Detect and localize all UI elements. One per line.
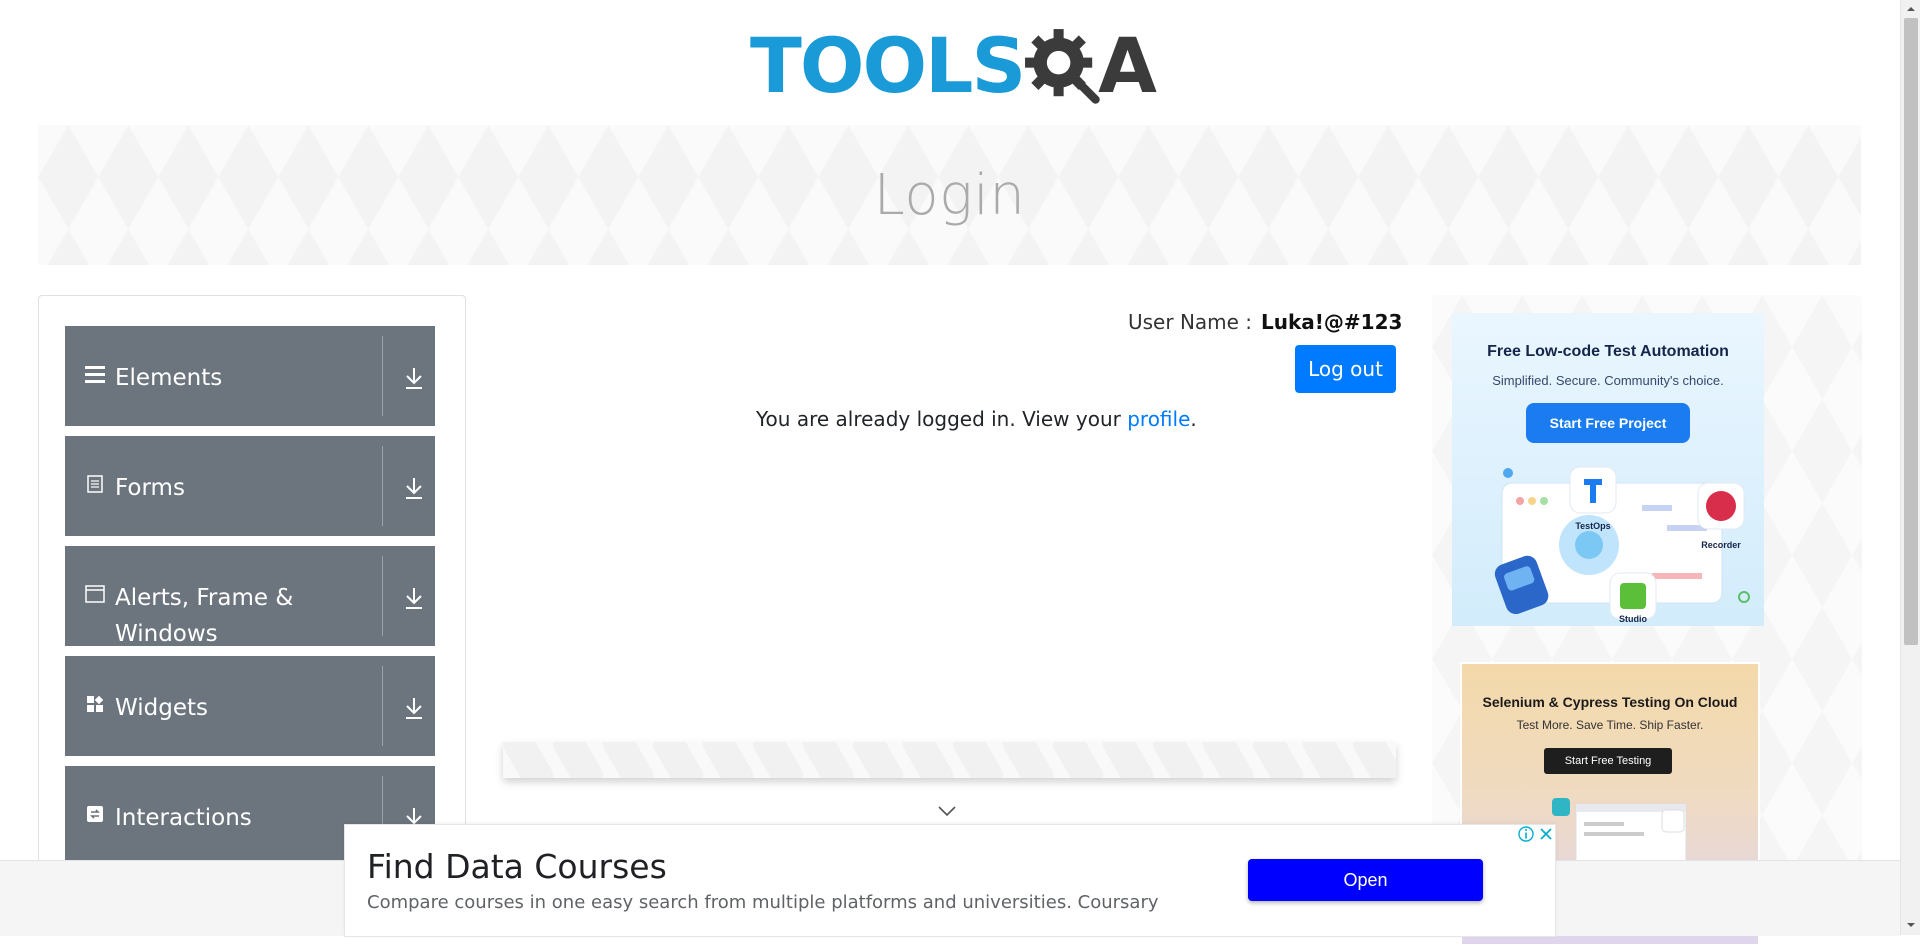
start-free-testing-button[interactable]: Start Free Testing <box>1544 748 1672 774</box>
profile-link[interactable]: profile <box>1127 407 1190 431</box>
ad-description: Compare courses in one easy search from … <box>367 892 1159 913</box>
ad-title: Selenium & Cypress Testing On Cloud <box>1482 694 1738 710</box>
vertical-scrollbar[interactable] <box>1900 0 1920 935</box>
page-banner: Login <box>38 125 1861 265</box>
interactions-icon <box>85 804 105 824</box>
sidebar-group-label: Elements <box>115 365 223 391</box>
widgets-icon <box>85 694 105 714</box>
start-free-project-button[interactable]: Start Free Project <box>1526 403 1690 443</box>
chevron-down-icon[interactable] <box>938 806 956 816</box>
content-footer-strip <box>503 742 1396 778</box>
divider <box>382 556 383 636</box>
download-arrow-icon[interactable] <box>403 476 425 500</box>
sidebar-group-widgets[interactable]: Widgets <box>65 656 435 756</box>
testops-label: TestOps <box>1575 521 1610 531</box>
download-arrow-icon[interactable] <box>403 366 425 390</box>
scroll-up-arrow-icon[interactable] <box>1906 4 1916 14</box>
download-arrow-icon[interactable] <box>403 586 425 610</box>
status-suffix: . <box>1190 407 1197 431</box>
divider <box>382 446 383 526</box>
download-arrow-icon[interactable] <box>403 696 425 720</box>
divider <box>382 336 383 416</box>
studio-label: Studio <box>1619 614 1647 624</box>
document-icon <box>85 474 105 494</box>
ad-title: Find Data Courses <box>367 847 667 886</box>
sidebar-group-label: Alerts, Frame & Windows <box>115 585 294 647</box>
sidebar-group-elements[interactable]: Elements <box>65 326 435 426</box>
ad-low-code-automation[interactable]: Free Low-code Test Automation Simplified… <box>1452 313 1764 626</box>
username-label: User Name : <box>1128 310 1253 334</box>
toolsqa-logo[interactable]: TOOLS A <box>750 18 1157 114</box>
recorder-label: Recorder <box>1701 540 1741 550</box>
open-button[interactable]: Open <box>1248 859 1483 901</box>
window-icon <box>85 584 105 604</box>
sidebar-group-label: Interactions <box>115 805 252 831</box>
logo-text-a: A <box>1098 21 1157 110</box>
divider <box>382 666 383 746</box>
ad-subtitle: Simplified. Secure. Community's choice. <box>1492 373 1724 388</box>
ad-subtitle: Test More. Save Time. Ship Faster. <box>1516 718 1704 732</box>
scroll-down-arrow-icon[interactable] <box>1906 920 1916 930</box>
bottom-ad-find-data-courses[interactable]: Find Data Courses Compare courses in one… <box>344 824 1556 937</box>
scrollbar-thumb[interactable] <box>1904 18 1918 645</box>
ad-illustration: TestOps Recorder Studio <box>1494 466 1750 624</box>
ad-title: Free Low-code Test Automation <box>1487 343 1729 360</box>
close-icon[interactable] <box>1537 825 1555 843</box>
ad-info-icon[interactable] <box>1517 825 1535 843</box>
page-title: Login <box>873 162 1026 228</box>
hamburger-icon <box>85 364 105 384</box>
status-text: You are already logged in. View your <box>756 407 1128 431</box>
login-status-message: You are already logged in. View your pro… <box>756 407 1197 431</box>
username-value: Luka!@#123 <box>1261 310 1403 334</box>
sidebar-group-alerts[interactable]: Alerts, Frame & Windows <box>65 546 435 647</box>
gear-magnifier-icon <box>1025 29 1100 104</box>
sidebar-group-label: Forms <box>115 475 185 501</box>
logout-button[interactable]: Log out <box>1295 345 1396 393</box>
sidebar-group-forms[interactable]: Forms <box>65 436 435 536</box>
logo-text-tools: TOOLS <box>750 21 1026 110</box>
sidebar-group-label: Widgets <box>115 695 208 721</box>
